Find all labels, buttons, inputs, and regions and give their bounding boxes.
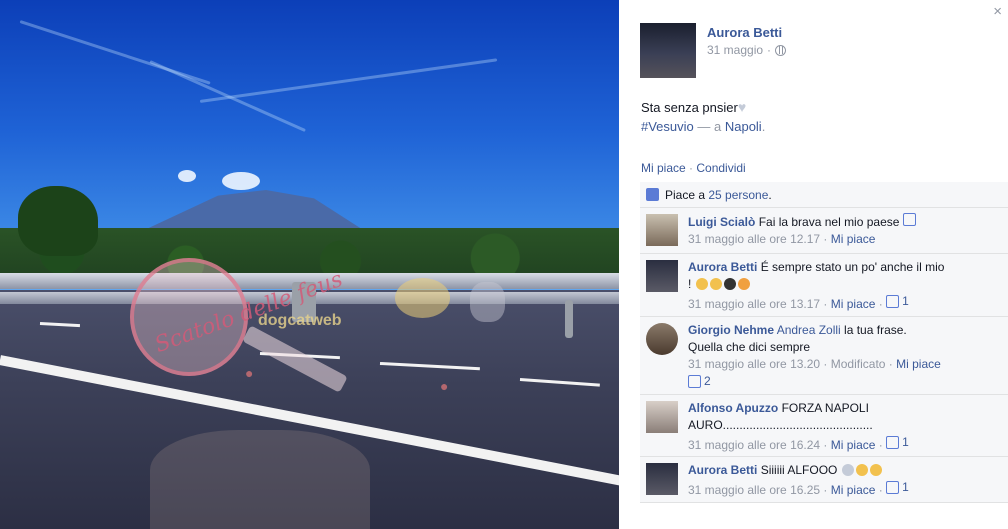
post-photo[interactable]: Scatolo delle feus dogcatweb ● ● [0,0,619,529]
likes-count-link[interactable]: 25 persone [708,188,768,202]
comment-like-count: 1 [902,480,909,494]
comment-like-count: 1 [902,294,909,308]
comment-likes[interactable]: 1 [886,479,909,496]
post-actions: Mi piace · Condividi [641,161,746,175]
watermark-dog-icon [395,278,450,318]
mention-link[interactable]: Andrea Zolli [777,323,841,337]
comment-text: Fai la brava nel mio paese [758,215,900,229]
like-link[interactable]: Mi piace [641,161,686,175]
watermark-site: dogcatweb [258,312,342,329]
location-end: . [761,119,766,134]
comment: Aurora Betti É sempre stato un po' anche… [640,254,1008,317]
grin-emoji-icon [869,464,882,476]
thumbs-up-icon [886,481,900,494]
guardrail-post [565,300,573,338]
comment-text: FORZA NAPOLI [781,401,869,415]
comment-likes[interactable]: 2 [688,373,711,390]
meta-separator: · [767,43,772,57]
comment-text-line2: Quella che dici sempre [688,340,811,354]
heart-icon: ♥ [737,99,747,115]
comment-like-link[interactable]: Mi piace [831,438,876,452]
comment-time[interactable]: 31 maggio alle ore 16.25 [688,483,820,497]
thumbs-up-icon [886,295,900,308]
commenter-name[interactable]: Aurora Betti [688,463,757,477]
likes-prefix: Piace a [665,187,709,202]
commenter-avatar[interactable] [646,323,678,355]
comment: Luigi Scialò Fai la brava nel mio paese … [640,208,1008,254]
bomb-emoji-icon [723,278,736,290]
comment-like-link[interactable]: Mi piace [896,357,941,371]
watermark-cat-icon [470,282,505,322]
paw-icon: ● [245,365,254,381]
post-meta: 31 maggio · [707,43,787,57]
comment: Alfonso Apuzzo FORZA NAPOLI AURO........… [640,395,1008,457]
tree [18,186,98,256]
comment-like-count: 2 [704,374,711,388]
comment-likes[interactable]: 1 [886,434,909,451]
comment-like-link[interactable]: Mi piace [831,232,876,246]
comment-time[interactable]: 31 maggio alle ore 13.20 [688,357,820,371]
post-text: Sta senza pnsier♥ #Vesuvio — a Napoli. [641,98,765,136]
status-text: Sta senza pnsier [641,100,738,115]
share-link[interactable]: Condividi [696,161,745,175]
location-separator: — a [693,119,725,134]
sky-streak [149,60,306,133]
cloud [222,172,260,190]
hashtag-link[interactable]: #Vesuvio [641,119,694,134]
fist-emoji-icon [695,278,708,290]
comment-time[interactable]: 31 maggio alle ore 12.17 [688,232,820,246]
comment-likes[interactable]: 1 [886,293,909,310]
globe-icon[interactable] [775,44,787,56]
thumbs-up-icon [688,375,701,388]
edited-label[interactable]: Modificato [831,357,886,371]
close-icon[interactable]: × [993,4,1002,19]
post-panel: × Aurora Betti 31 maggio · Sta senza pns… [619,0,1008,529]
thumbs-up-icon [886,436,900,449]
party-emoji-icon [737,278,750,290]
comment-like-count: 1 [902,435,909,449]
heart-emoji-icon [841,464,854,476]
comment-time[interactable]: 31 maggio alle ore 13.17 [688,297,820,311]
comment: Giorgio Nehme Andrea Zolli la tua frase.… [640,317,1008,395]
commenter-avatar[interactable] [646,260,678,292]
post-date[interactable]: 31 maggio [707,43,763,57]
commenter-avatar[interactable] [646,463,678,495]
likes-summary: Piace a 25 persone. [640,182,1008,208]
car-dashboard-reflection [150,430,370,529]
comment: Aurora Betti Siiiiii ALFOOO 31 maggio al… [640,457,1008,503]
cloud [178,170,196,182]
location-link[interactable]: Napoli [725,119,762,134]
comment-like-link[interactable]: Mi piace [831,483,876,497]
comment-text: É sempre stato un po' anche il mio [760,260,945,274]
commenter-name[interactable]: Luigi Scialò [688,215,755,229]
author-name[interactable]: Aurora Betti [707,25,782,40]
commenter-name[interactable]: Aurora Betti [688,260,757,274]
comment-text-line2: AURO....................................… [688,418,873,432]
thumbs-up-icon [646,188,659,201]
comment-text: la tua frase. [840,323,907,337]
commenter-avatar[interactable] [646,401,678,433]
comment-time[interactable]: 31 maggio alle ore 16.24 [688,438,820,452]
author-avatar[interactable] [640,23,696,78]
comment-text: Siiiiii ALFOOO [760,463,838,477]
commenter-name[interactable]: Alfonso Apuzzo [688,401,778,415]
comment-text-line2: ! [688,277,692,291]
paw-icon: ● [440,378,449,394]
likes-text: Piace a 25 persone. [665,188,772,202]
comment-like-link[interactable]: Mi piace [831,297,876,311]
laugh-emoji-icon [855,464,868,476]
likes-suffix: . [768,187,772,202]
thumbs-up-emoji-icon [902,213,916,226]
commenter-avatar[interactable] [646,214,678,246]
rock-emoji-icon [709,278,722,290]
commenter-name[interactable]: Giorgio Nehme [688,323,774,337]
sky-streak [199,58,498,103]
action-separator: · [685,161,697,175]
comments-list: Luigi Scialò Fai la brava nel mio paese … [640,208,1008,503]
